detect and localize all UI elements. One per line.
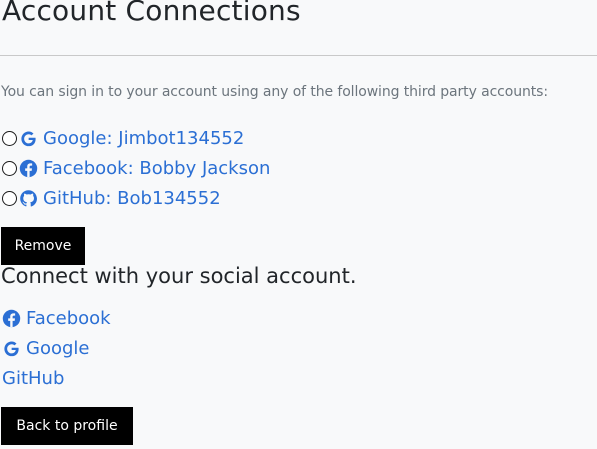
account-radio-github[interactable] xyxy=(2,190,17,206)
github-icon xyxy=(19,189,38,208)
remove-button[interactable]: Remove xyxy=(1,227,85,265)
page-title: Account Connections xyxy=(2,0,301,27)
facebook-icon xyxy=(19,159,38,178)
connect-google-link[interactable]: Google xyxy=(0,338,89,359)
account-connections-page: Account Connections You can sign in to y… xyxy=(0,0,597,449)
google-icon xyxy=(2,339,21,358)
social-item-google: Google xyxy=(0,333,111,363)
social-providers-list: Facebook Google GitHub xyxy=(0,303,111,393)
account-radio-facebook[interactable] xyxy=(2,160,17,176)
connected-account-google: Google: Jimbot134552 xyxy=(0,123,270,153)
social-item-github: GitHub xyxy=(0,363,111,393)
account-radio-google[interactable] xyxy=(2,130,17,146)
social-heading: Connect with your social account. xyxy=(1,264,357,288)
account-label-facebook: Facebook: Bobby Jackson xyxy=(43,157,271,179)
facebook-icon xyxy=(2,309,21,328)
back-to-profile-button[interactable]: Back to profile xyxy=(1,407,133,445)
account-link-github[interactable]: GitHub: Bob134552 xyxy=(19,188,221,209)
social-item-facebook: Facebook xyxy=(0,303,111,333)
connect-facebook-label: Facebook xyxy=(26,307,111,329)
connected-accounts-list: Google: Jimbot134552 Facebook: Bobby Jac… xyxy=(0,123,270,213)
connected-account-facebook: Facebook: Bobby Jackson xyxy=(0,153,270,183)
account-label-github: GitHub: Bob134552 xyxy=(43,187,221,209)
account-link-google[interactable]: Google: Jimbot134552 xyxy=(19,128,244,149)
title-divider xyxy=(0,55,597,56)
connect-facebook-link[interactable]: Facebook xyxy=(0,308,111,329)
connected-account-github: GitHub: Bob134552 xyxy=(0,183,270,213)
account-link-facebook[interactable]: Facebook: Bobby Jackson xyxy=(19,158,270,179)
account-label-google: Google: Jimbot134552 xyxy=(43,127,245,149)
google-icon xyxy=(19,129,38,148)
intro-text: You can sign in to your account using an… xyxy=(1,84,548,100)
connect-google-label: Google xyxy=(26,337,90,359)
connect-github-link[interactable]: GitHub xyxy=(0,368,64,389)
